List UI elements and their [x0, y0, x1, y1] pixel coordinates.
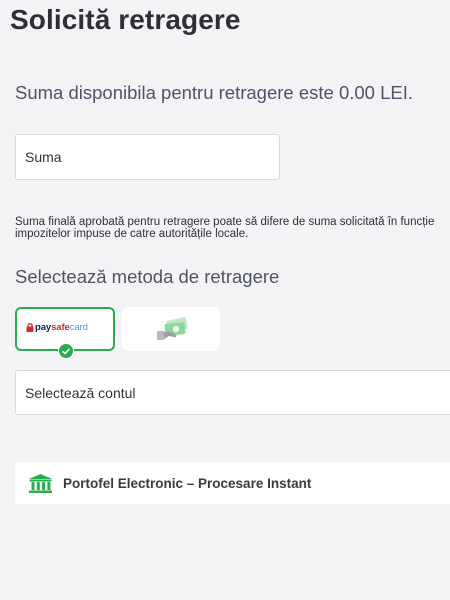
- disclaimer-line-1: Suma finală aprobată pentru retragere po…: [15, 216, 435, 228]
- cash-wallet-icon: [157, 317, 188, 340]
- account-select-label: Selectează contul: [25, 384, 136, 401]
- paysafecard-logo-pay: pay: [35, 322, 52, 333]
- available-balance-text: Suma disponibila pentru retragere este 0…: [15, 82, 413, 103]
- method-heading: Selectează metoda de retragere: [15, 266, 280, 287]
- processing-label: Portofel Electronic – Procesare Instant: [63, 475, 312, 491]
- method-option-paysafecard[interactable]: paysafecard: [15, 307, 115, 359]
- lock-icon: [26, 323, 34, 332]
- paysafecard-logo-safe: safe: [51, 322, 70, 333]
- disclaimer-text: Suma finală aprobată pentru retragere po…: [15, 216, 450, 240]
- page-title: Solicită retragere: [10, 4, 241, 35]
- method-option-e-wallet[interactable]: [122, 307, 220, 351]
- bank-icon: [29, 473, 52, 493]
- paysafecard-logo-card: card: [69, 322, 88, 333]
- disclaimer-line-2: impozitelor impuse de catre autoritățile…: [15, 228, 249, 240]
- account-select[interactable]: Selectează contul: [15, 370, 450, 415]
- processing-method-row: Portofel Electronic – Procesare Instant: [15, 462, 450, 504]
- paysafecard-logo: paysafecard: [26, 322, 88, 333]
- amount-input[interactable]: [15, 134, 280, 180]
- selected-check-icon: [58, 343, 74, 359]
